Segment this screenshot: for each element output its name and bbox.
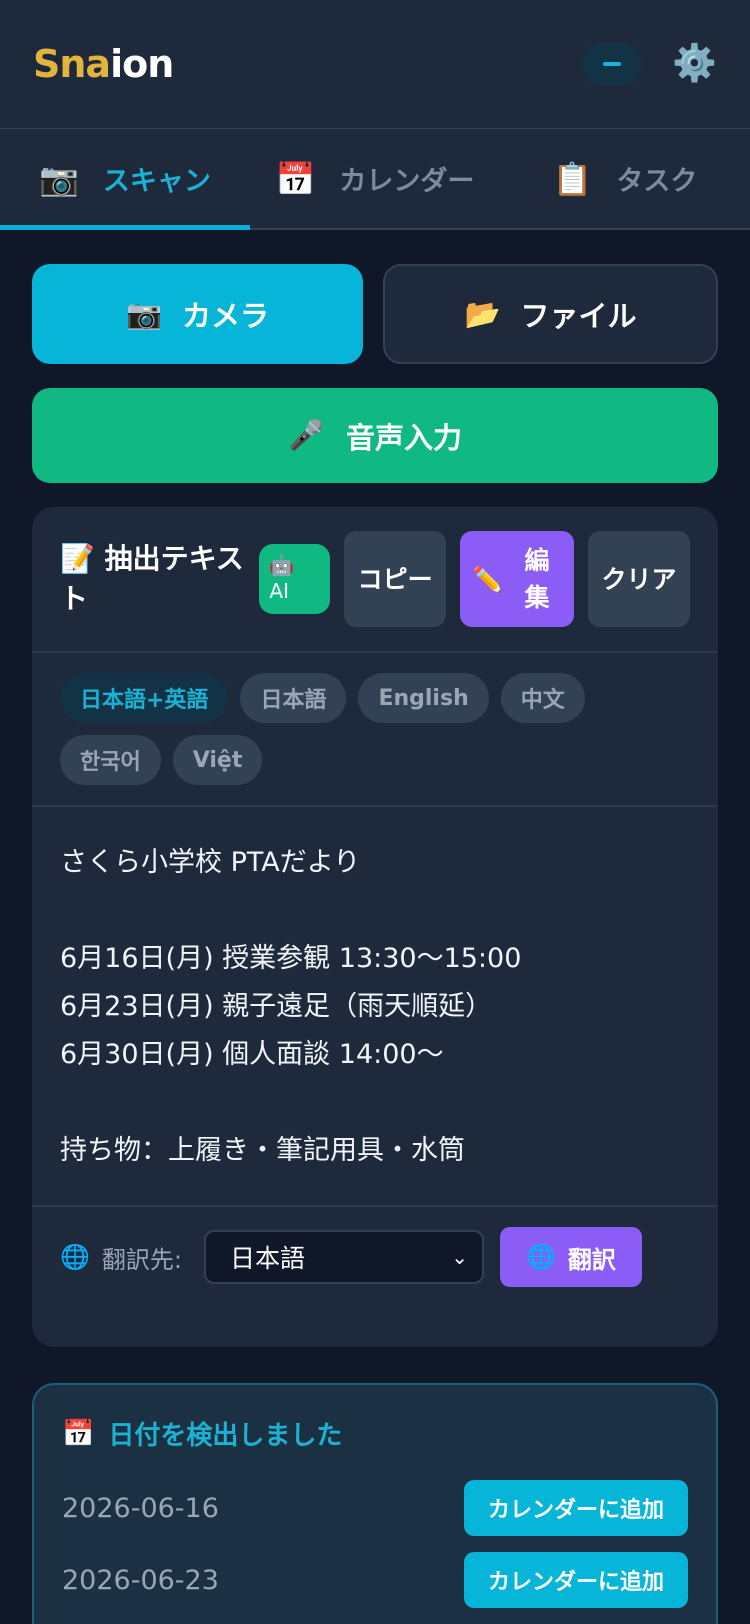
translate-row: 🌐 翻訳先: 日本語 ⌄ 🌐 翻訳 [32,1207,718,1347]
input-source-row: 📷 カメラ 📂 ファイル [0,230,750,364]
extracted-text-card: 📝 抽出テキスト 🤖 AI コピー ✏️ 編集 クリア 日本語+英語 日本語 E… [32,507,718,1347]
minus-icon [603,62,622,66]
lang-chip-ko[interactable]: 한국어 [60,735,161,785]
translate-button-label: 翻訳 [567,1245,616,1274]
add-to-calendar-button[interactable]: カレンダーに追加 [463,1480,688,1536]
detected-dates-card: 📅 日付を検出しました 2026-06-16 カレンダーに追加 2026-06-… [32,1383,718,1624]
extracted-text[interactable]: さくら小学校 PTAだより 6月16日(月) 授業参観 13:30〜15:00 … [32,807,718,1207]
add-to-calendar-button[interactable]: カレンダーに追加 [463,1552,688,1608]
lang-chip-vi[interactable]: Việt [172,735,263,785]
copy-button[interactable]: コピー [344,531,447,627]
folder-icon: 📂 [464,296,501,331]
memo-icon: 📝 [60,542,95,575]
date-row: 2026-06-23 カレンダーに追加 [62,1544,688,1616]
date-value: 2026-06-23 [62,1564,219,1596]
ai-badge-text: AI [269,579,289,603]
ocr-language-selector: 日本語+英語 日本語 English 中文 한국어 Việt [32,653,718,807]
robot-icon: 🤖 [269,553,295,577]
date-value: 2026-06-16 [62,1492,219,1524]
tab-label: タスク [616,166,698,197]
translate-label-text: 翻訳先: [101,1245,182,1274]
tab-label: カレンダー [339,166,475,197]
tab-scan[interactable]: 📷 スキャン [0,129,250,230]
lang-chip-en[interactable]: English [358,673,489,723]
camera-button-label: カメラ [182,299,270,333]
edit-button[interactable]: ✏️ 編集 [460,531,574,627]
lang-chip-ja-en[interactable]: 日本語+英語 [60,673,229,723]
date-row: 2026-06-16 カレンダーに追加 [62,1472,688,1544]
lang-chip-ja[interactable]: 日本語 [240,673,347,723]
voice-input-label: 音声入力 [346,420,463,455]
date-row: 2026-06-30 カレンダーに追加 [62,1616,688,1624]
card-title: 📝 抽出テキスト [60,539,245,619]
translate-button[interactable]: 🌐 翻訳 [500,1227,642,1287]
pencil-icon: ✏️ [472,564,504,594]
chevron-down-icon: ⌄ [451,1245,468,1269]
minimize-button[interactable] [582,43,643,85]
header-controls: ⚙️ [582,43,717,85]
calendar-icon: 📅 [62,1418,95,1449]
lang-chip-zh[interactable]: 中文 [500,673,585,723]
logo-part-2: ion [110,42,174,86]
file-button-label: ファイル [520,299,637,333]
detected-dates-title-text: 日付を検出しました [108,1421,343,1451]
globe-icon: 🌐 [526,1243,556,1271]
edit-button-label: 編集 [524,546,550,612]
translate-target-select[interactable]: 日本語 ⌄ [204,1230,484,1284]
detected-dates-title: 📅 日付を検出しました [62,1415,688,1452]
clipboard-icon: 📋 [552,159,593,198]
tab-bar: 📷 スキャン 📅 カレンダー 📋 タスク [0,129,750,230]
calendar-icon: 📅 [275,159,316,198]
app-root: Snaion ⚙️ 📷 スキャン 📅 カレンダー 📋 タスク 📷 カメラ 📂 フ… [0,0,750,1624]
ai-badge: 🤖 AI [259,544,331,614]
globe-icon: 🌐 [60,1243,90,1271]
app-header: Snaion ⚙️ [0,0,750,129]
tab-label: スキャン [102,166,211,197]
translate-label: 🌐 翻訳先: [60,1240,192,1275]
clear-button[interactable]: クリア [587,531,691,627]
tab-tasks[interactable]: 📋 タスク [500,129,750,228]
voice-input-button[interactable]: 🎤 音声入力 [32,388,718,483]
camera-icon: 📷 [125,296,163,331]
card-header: 📝 抽出テキスト 🤖 AI コピー ✏️ 編集 クリア [32,507,718,653]
microphone-icon: 🎤 [287,418,325,452]
gear-icon[interactable]: ⚙️ [672,46,717,82]
translate-selected-value: 日本語 [230,1244,306,1273]
camera-button[interactable]: 📷 カメラ [32,264,363,364]
logo-part-1: Sna [33,42,111,86]
camera-icon: 📷 [39,159,79,198]
app-logo: Snaion [33,42,174,86]
file-button[interactable]: 📂 ファイル [383,264,718,364]
tab-calendar[interactable]: 📅 カレンダー [250,129,500,228]
